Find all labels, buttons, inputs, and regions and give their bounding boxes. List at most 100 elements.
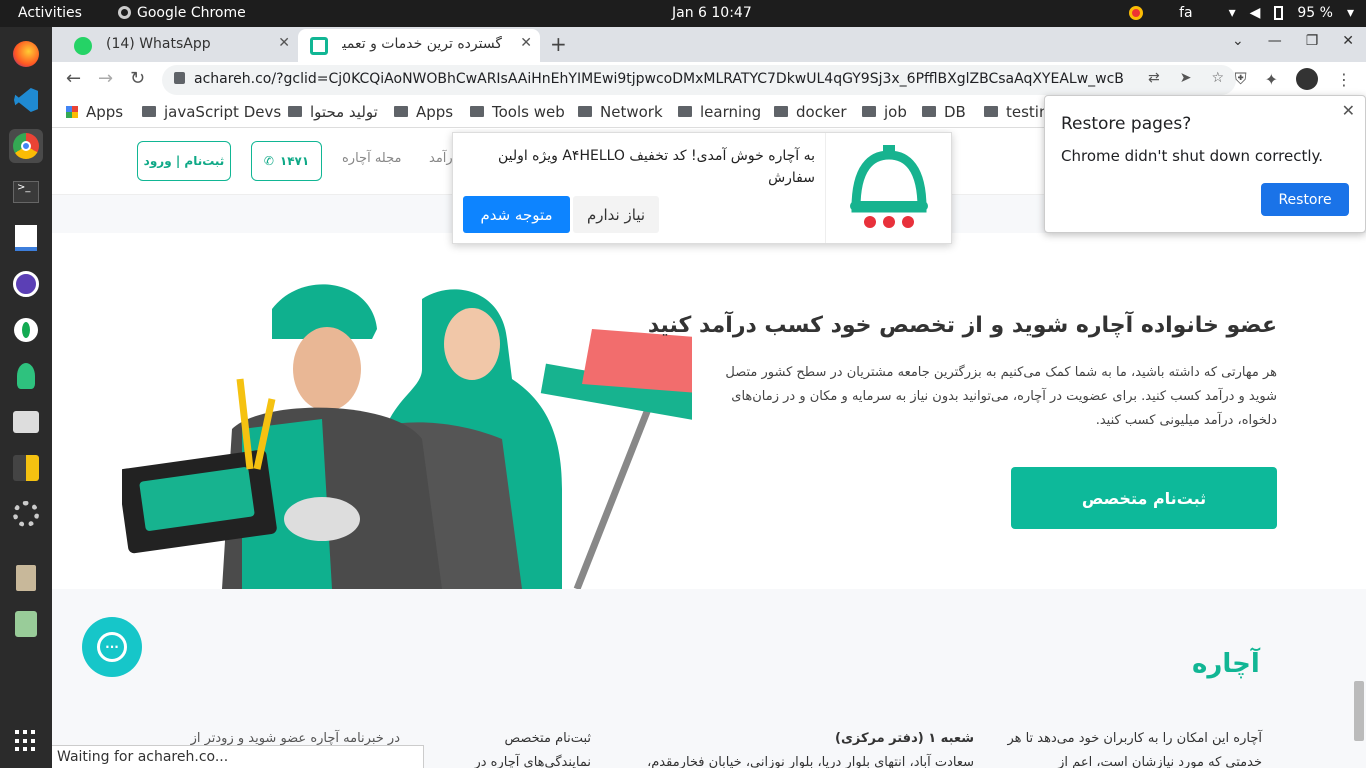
tab-search-icon[interactable]: ⌄ — [1232, 33, 1244, 49]
lock-icon[interactable] — [174, 72, 185, 84]
forward-button[interactable]: → — [98, 68, 113, 89]
battery-level: 95 % — [1297, 5, 1333, 21]
translate-icon[interactable]: ⇄ — [1148, 70, 1160, 86]
page-scrollbar[interactable] — [1354, 681, 1364, 741]
calculator-icon[interactable] — [9, 451, 43, 485]
close-tab-icon[interactable]: ✕ — [278, 35, 290, 51]
restore-button[interactable]: Restore — [1261, 183, 1349, 216]
popup-icon-box — [825, 133, 951, 243]
popup-decline-button[interactable]: نیاز ندارم — [573, 196, 659, 233]
minimize-button[interactable]: — — [1268, 33, 1282, 49]
footer-branch: شعبه ۱ (دفتر مرکزی) سعادت آباد، انتهای ب… — [614, 727, 974, 768]
bookmark-label: Apps — [416, 103, 454, 121]
chat-support-button[interactable]: ··· — [82, 617, 142, 677]
bookmark-label: docker — [796, 103, 847, 121]
url-text[interactable]: achareh.co/?gclid=Cj0KCQiAoNWOBhCwARIsAA… — [194, 71, 1124, 87]
bookmark-apps[interactable]: Apps — [66, 103, 123, 121]
bookmark-folder[interactable]: Apps — [394, 103, 453, 121]
shield-extension-icon[interactable]: ⛨ — [1235, 69, 1247, 89]
achareh-favicon — [310, 37, 328, 55]
footer-branch-text: سعادت آباد، انتهای بلوار دریا، بلوار نوز… — [647, 755, 974, 768]
bookmark-folder[interactable]: DB — [922, 103, 966, 121]
keyboard-layout[interactable]: fa — [1179, 5, 1193, 21]
chrome-dock-icon[interactable] — [9, 129, 43, 163]
bookmark-star-icon[interactable]: ☆ — [1211, 70, 1224, 86]
archive-icon[interactable] — [9, 561, 43, 595]
tab-achareh[interactable]: گسترده ترین خدمات و تعمیرا ✕ — [298, 29, 540, 62]
whatsapp-icon — [74, 37, 92, 55]
welcome-popup: به آچاره خوش آمدی! کد تخفیف A۴HELLO ویژه… — [452, 132, 952, 244]
browser-toolbar: ← → ↻ achareh.co/?gclid=Cj0KCQiAoNWOBhCw… — [52, 62, 1366, 98]
omnibox-actions: ⇄ ➤ ☆ — [1148, 70, 1224, 86]
back-button[interactable]: ← — [66, 68, 81, 89]
phone-button[interactable]: ✆ ۱۴۷۱ — [251, 141, 322, 181]
settings-icon[interactable] — [9, 497, 43, 531]
register-expert-button[interactable]: ثبت‌نام متخصص — [1011, 467, 1277, 529]
bookmark-folder[interactable]: testin — [984, 103, 1048, 121]
bookmark-label: Network — [600, 103, 663, 121]
show-apps-icon[interactable] — [15, 730, 37, 752]
footer-signup-title[interactable]: ثبت‌نام متخصص — [431, 727, 591, 751]
bookmark-folder[interactable]: javaScript Devs — [142, 103, 281, 121]
bookmark-folder[interactable]: job — [862, 103, 907, 121]
folder-icon — [394, 106, 408, 117]
bookmark-folder[interactable]: learning — [678, 103, 761, 121]
folder-icon — [678, 106, 692, 117]
close-dialog-icon[interactable]: ✕ — [1342, 101, 1355, 120]
close-tab-icon[interactable]: ✕ — [520, 35, 532, 51]
new-tab-button[interactable]: + — [550, 32, 567, 56]
files-icon[interactable] — [9, 405, 43, 439]
system-tray[interactable]: fa ▾ ◀ 95 % ▾ — [1129, 5, 1354, 21]
bookmark-folder[interactable]: Network — [578, 103, 663, 121]
send-to-device-icon[interactable]: ➤ — [1180, 70, 1192, 86]
app-purple-icon[interactable] — [9, 267, 43, 301]
power-menu-icon[interactable]: ▾ — [1347, 5, 1354, 21]
bookmark-label: DB — [944, 103, 966, 121]
extensions-area: ⛨ ✦ ⋮ — [1235, 68, 1352, 90]
firefox-icon[interactable] — [9, 37, 43, 71]
tab-whatsapp[interactable]: (14) WhatsApp ✕ — [62, 29, 298, 62]
technicians-illustration — [122, 284, 692, 589]
close-window-button[interactable]: ✕ — [1342, 33, 1354, 49]
extensions-puzzle-icon[interactable]: ✦ — [1265, 70, 1278, 89]
bookmark-folder[interactable]: Tools web — [470, 103, 565, 121]
restore-dialog-title: Restore pages? — [1061, 114, 1192, 134]
popup-ok-button[interactable]: متوجه شدم — [463, 196, 570, 233]
nav-magazine[interactable]: مجله آچاره — [342, 151, 401, 166]
phone-number: ۱۴۷۱ — [279, 154, 310, 168]
rocket-app-icon[interactable] — [9, 359, 43, 393]
restore-dialog-body: Chrome didn't shut down correctly. — [1061, 147, 1324, 165]
login-button[interactable]: ثبت‌نام | ورود — [137, 141, 231, 181]
profile-avatar[interactable] — [1296, 68, 1318, 90]
folder-icon — [922, 106, 936, 117]
maximize-button[interactable]: ❐ — [1306, 33, 1319, 49]
bookmark-folder[interactable]: تولید محتوا — [288, 103, 378, 121]
bookmark-label: learning — [700, 103, 762, 121]
bookmark-label: job — [884, 103, 907, 121]
reload-button[interactable]: ↻ — [130, 68, 145, 89]
folder-icon — [984, 106, 998, 117]
activities-button[interactable]: Activities — [18, 5, 82, 21]
folder-icon — [862, 106, 876, 117]
mongodb-compass-icon[interactable] — [9, 313, 43, 347]
status-bubble: Waiting for achareh.co... — [52, 745, 424, 768]
text-editor-icon[interactable] — [9, 221, 43, 255]
vscode-icon[interactable] — [9, 83, 43, 117]
bookmark-label: Tools web — [492, 103, 565, 121]
folder-icon — [142, 106, 156, 117]
app-name: Google Chrome — [137, 5, 246, 21]
restore-pages-dialog: ✕ Restore pages? Chrome didn't shut down… — [1044, 95, 1366, 233]
address-bar[interactable]: achareh.co/?gclid=Cj0KCQiAoNWOBhCwARIsAA… — [162, 65, 1236, 95]
folder-icon — [578, 106, 592, 117]
clock[interactable]: Jan 6 10:47 — [672, 5, 752, 21]
tab-label: (14) WhatsApp — [106, 36, 211, 52]
chrome-window: (14) WhatsApp ✕ گسترده ترین خدمات و تعمی… — [52, 27, 1366, 768]
terminal-icon[interactable]: >_ — [9, 175, 43, 209]
footer-signup: ثبت‌نام متخصص نمایندگی‌های آچاره در — [431, 727, 591, 768]
app-menu[interactable]: Google Chrome — [118, 5, 246, 21]
chrome-menu-icon[interactable]: ⋮ — [1336, 70, 1352, 89]
trash-icon[interactable] — [9, 607, 43, 641]
chrome-tray-icon[interactable] — [1129, 6, 1144, 20]
achareh-logo[interactable]: آچاره — [1192, 649, 1260, 679]
bookmark-folder[interactable]: docker — [774, 103, 847, 121]
